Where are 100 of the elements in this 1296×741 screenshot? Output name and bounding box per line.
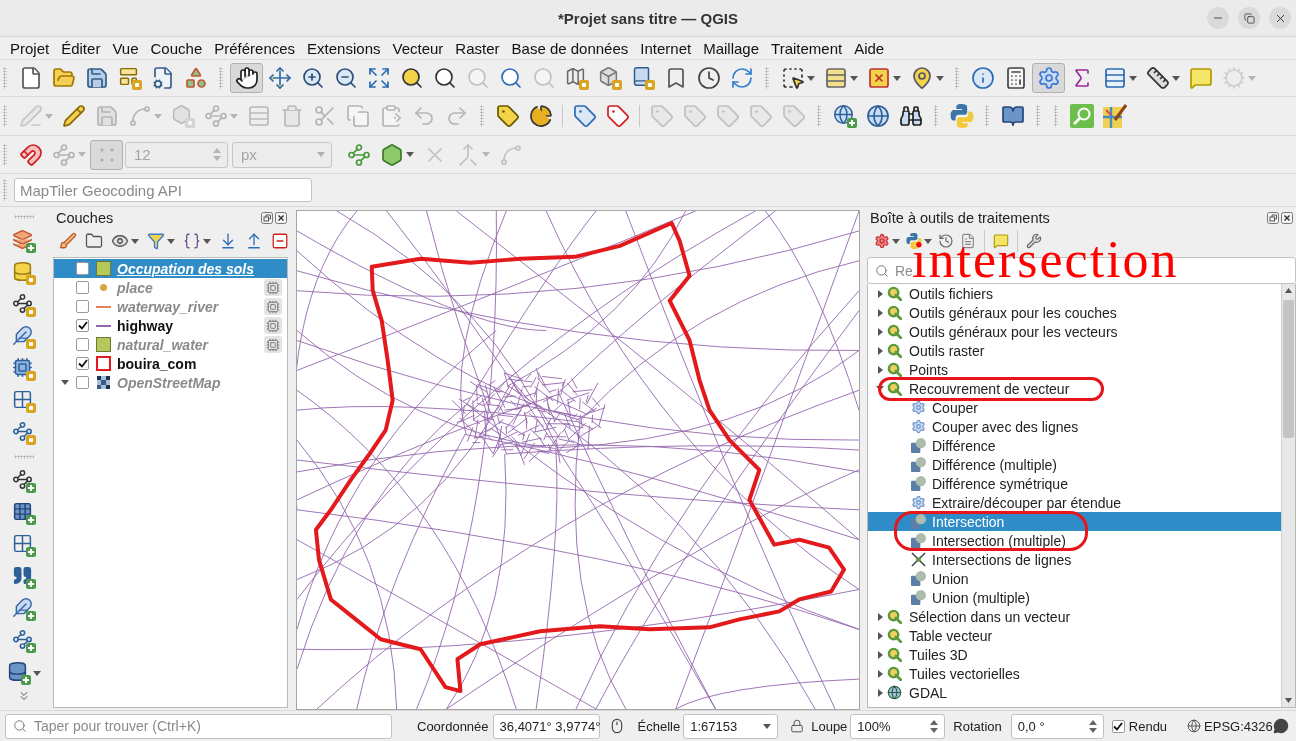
memory-chip-icon[interactable] [264,336,282,353]
toolbar-handle[interactable] [1036,105,1040,127]
dropdown-caret-icon[interactable] [892,238,900,244]
algorithm-label[interactable]: Union [932,570,969,587]
toolbar-handle[interactable] [3,143,7,166]
messages-icon[interactable] [1272,718,1289,734]
close-icon[interactable] [1281,212,1293,224]
group-label[interactable]: Sélection dans un vecteur [909,608,1071,625]
menu-item[interactable]: Préférences [208,39,302,57]
toolbar-handle[interactable] [817,105,821,127]
toolbar-handle[interactable] [14,215,34,219]
magnifier-spinbox[interactable]: 100% [850,713,946,739]
algorithm-label[interactable]: Intersections de lignes [932,551,1072,568]
memory-chip-icon[interactable] [264,317,282,334]
toolbar-handle[interactable] [955,67,959,89]
layer-name[interactable]: Occupation des sols [117,260,254,277]
scrollbar-thumb[interactable] [1283,300,1294,438]
menu-item[interactable]: Aide [848,39,891,57]
caret-right-icon[interactable] [877,327,883,336]
close-icon[interactable] [275,212,287,224]
caret-right-icon[interactable] [877,669,883,678]
lock-icon[interactable] [790,719,805,733]
algorithm-label[interactable]: Différence [932,437,996,454]
caret-right-icon[interactable] [877,365,883,374]
gear-button[interactable] [1032,63,1065,93]
crs-label[interactable]: EPSG:4326 [1204,718,1273,734]
checkbox[interactable] [76,357,89,370]
dropdown-caret-icon[interactable] [935,75,944,81]
caret-right-icon[interactable] [877,688,883,697]
menu-item[interactable]: Vecteur [386,39,450,57]
menu-item[interactable]: Maillage [697,39,766,57]
layer-name[interactable]: bouira_com [117,355,197,372]
checkbox[interactable] [76,262,89,275]
checkbox[interactable] [76,281,89,294]
minimize-button[interactable] [1207,7,1229,29]
checkbox[interactable] [76,338,89,351]
checkbox[interactable] [76,376,89,389]
algorithm-label[interactable]: Intersection (multiple) [932,532,1066,549]
group-label[interactable]: Points [909,361,948,378]
toolbar-handle[interactable] [14,455,34,459]
caret-down-icon[interactable] [61,380,69,385]
dropdown-caret-icon[interactable] [849,75,858,81]
checkbox[interactable] [76,300,89,313]
memory-chip-icon[interactable] [264,298,282,315]
algorithm-label[interactable]: Différence (multiple) [932,456,1057,473]
dropdown-caret-icon[interactable] [763,723,772,729]
dropdown-caret-icon[interactable] [33,670,41,676]
dropdown-caret-icon[interactable] [806,75,815,81]
menu-item[interactable]: Projet [4,39,56,57]
rotation-spinbox[interactable]: 0,0 ° [1010,713,1104,739]
toolbar-handle[interactable] [765,67,769,89]
chevrons-down-icon[interactable] [17,689,31,703]
toolbar-handle[interactable] [934,105,938,127]
caret-right-icon[interactable] [877,346,883,355]
algorithm-label[interactable]: Extraire/découper par étendue [932,494,1122,511]
memory-chip-icon[interactable] [264,279,282,296]
dropdown-caret-icon[interactable] [405,152,414,157]
algorithm-label[interactable]: Couper [932,399,978,416]
dropdown-caret-icon[interactable] [892,75,901,81]
group-label[interactable]: Tuiles vectorielles [909,665,1020,682]
scroll-down-icon[interactable] [1285,698,1292,703]
caret-right-icon[interactable] [877,308,883,317]
group-label[interactable]: Outils fichiers [909,285,994,302]
menu-item[interactable]: Internet [634,39,698,57]
close-button[interactable] [1269,7,1291,29]
dropdown-caret-icon[interactable] [203,238,211,244]
geocoder-field[interactable]: MapTiler Geocoding API [14,178,312,202]
dropdown-caret-icon[interactable] [131,238,139,244]
group-label[interactable]: GDAL [909,684,948,701]
group-label[interactable]: Outils généraux pour les couches [909,304,1117,321]
restore-button[interactable] [1238,7,1260,29]
algorithm-label[interactable]: Union (multiple) [932,589,1031,606]
group-label[interactable]: Outils généraux pour les vecteurs [909,323,1118,340]
caret-right-icon[interactable] [877,631,883,640]
caret-down-icon[interactable] [876,386,884,391]
caret-right-icon[interactable] [877,650,883,659]
menu-item[interactable]: Base de données [505,39,635,57]
layer-name[interactable]: highway [117,317,173,334]
toolbar-handle[interactable] [3,179,7,201]
menu-item[interactable]: Couche [144,39,209,57]
toolbar-handle[interactable] [1054,105,1058,127]
hand-button[interactable] [230,63,263,93]
toolbar-handle[interactable] [3,67,7,89]
algorithm-label[interactable]: Différence symétrique [932,475,1068,492]
toolbar-handle[interactable] [480,105,484,127]
scale-combobox[interactable]: 1:67153 [683,713,779,739]
menu-item[interactable]: Extensions [301,39,387,57]
globe-icon[interactable] [1187,719,1202,733]
float-icon[interactable] [261,212,273,224]
selected-row[interactable]: Intersection [868,512,1281,531]
dropdown-caret-icon[interactable] [167,238,175,244]
spin-arrows-icon[interactable] [1088,718,1097,734]
group-label[interactable]: Outils raster [909,342,985,359]
toolbar-handle[interactable] [985,105,989,127]
coordinate-field[interactable]: 36,4071° 3,9774° [492,713,600,739]
selected-row[interactable]: Occupation des sols [54,259,287,278]
caret-right-icon[interactable] [877,612,883,621]
float-icon[interactable] [1267,212,1279,224]
menu-item[interactable]: Vue [106,39,145,57]
checkbox[interactable] [76,319,89,332]
